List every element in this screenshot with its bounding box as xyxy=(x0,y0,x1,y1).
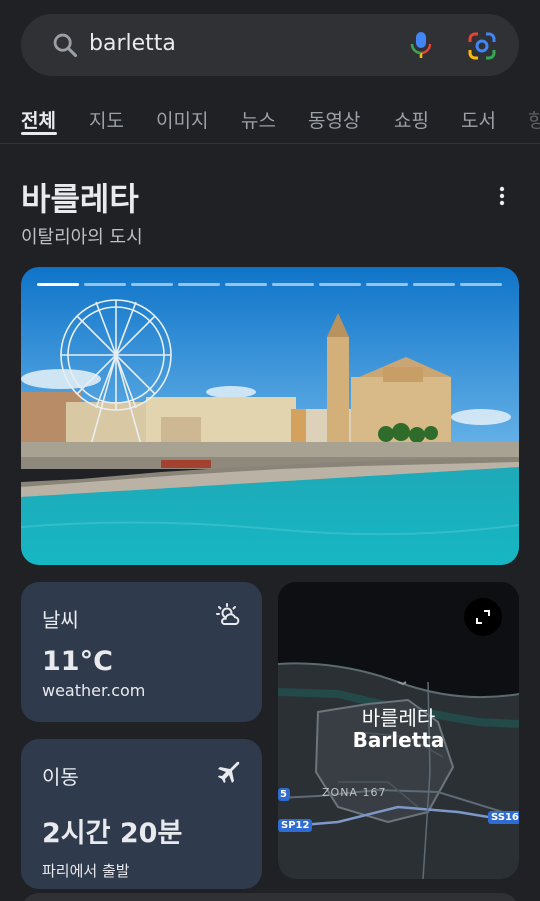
tab-news[interactable]: 뉴스 xyxy=(241,106,276,133)
tab-flights[interactable]: 항 xyxy=(528,106,540,133)
active-tab-indicator xyxy=(21,132,57,135)
more-options-icon[interactable] xyxy=(492,184,512,208)
tab-books[interactable]: 도서 xyxy=(461,106,496,133)
search-tabs: 전체 지도 이미지 뉴스 동영상 쇼핑 도서 항 xyxy=(0,88,540,144)
map-card[interactable]: 바를레타 Barletta ZONA 167 5 SP12 SS16 xyxy=(278,582,519,879)
google-lens-icon[interactable] xyxy=(467,31,497,61)
weather-label: 날씨 xyxy=(42,608,79,632)
slide-progress xyxy=(37,283,502,286)
tab-images[interactable]: 이미지 xyxy=(156,106,208,133)
search-input[interactable]: barletta xyxy=(89,31,176,56)
mic-icon[interactable] xyxy=(406,29,436,61)
road-badge: SP12 xyxy=(278,819,313,832)
travel-label: 이동 xyxy=(42,765,79,789)
tab-shopping[interactable]: 쇼핑 xyxy=(394,106,429,133)
tab-videos[interactable]: 동영상 xyxy=(308,106,360,133)
map-city-name-ko: 바를레타 xyxy=(361,706,436,730)
road-badge: SS16 xyxy=(488,811,519,824)
weather-card[interactable]: 날씨 11°C weather.com xyxy=(21,582,262,722)
partly-cloudy-icon xyxy=(216,603,240,625)
search-icon[interactable] xyxy=(51,31,79,59)
airplane-icon xyxy=(218,761,240,783)
entity-title: 바를레타 xyxy=(21,180,139,218)
barletta-photo xyxy=(21,267,519,565)
hero-image[interactable] xyxy=(21,267,519,565)
next-card-peek xyxy=(21,893,519,901)
travel-duration: 2시간 20분 xyxy=(42,818,183,849)
entity-subtitle: 이탈리아의 도시 xyxy=(21,227,143,248)
map-city-name-en: Barletta xyxy=(352,728,445,752)
expand-icon xyxy=(476,610,490,624)
tab-all[interactable]: 전체 xyxy=(21,106,56,133)
road-badge: 5 xyxy=(278,788,290,801)
weather-temperature: 11°C xyxy=(42,646,113,677)
expand-map-button[interactable] xyxy=(464,598,502,636)
search-bar[interactable]: barletta xyxy=(21,14,519,76)
travel-origin: 파리에서 출발 xyxy=(42,862,130,880)
tab-maps[interactable]: 지도 xyxy=(89,106,124,133)
travel-card[interactable]: 이동 2시간 20분 파리에서 출발 xyxy=(21,739,262,889)
map-zone-label: ZONA 167 xyxy=(322,786,387,799)
weather-source: weather.com xyxy=(42,681,146,700)
